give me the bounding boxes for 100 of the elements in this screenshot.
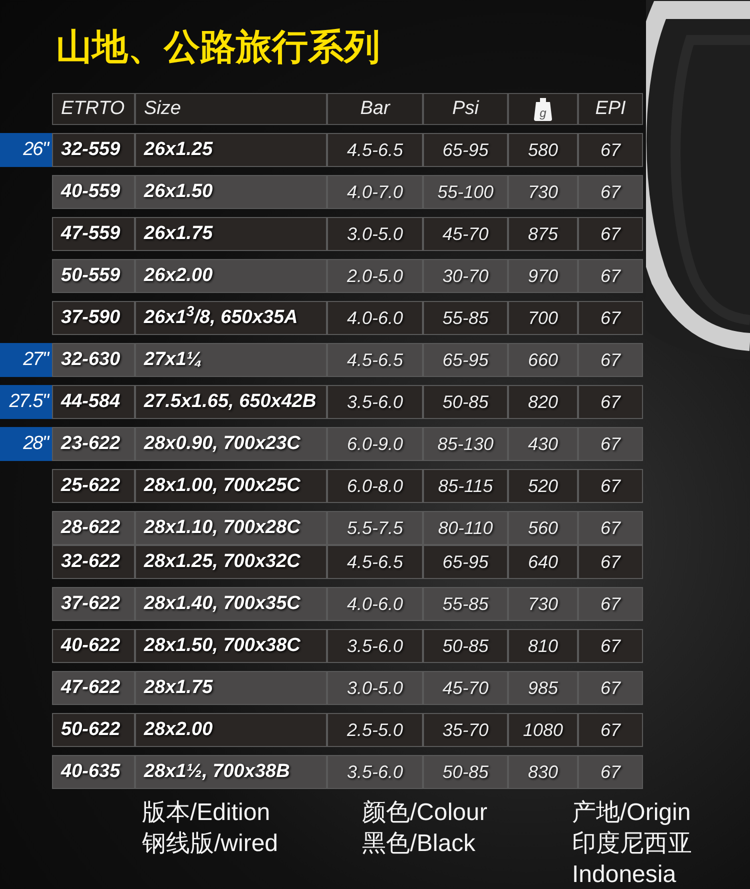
table-cell: 25-622: [52, 469, 135, 503]
table-cell: 3.0-5.0: [327, 217, 423, 251]
table-cell: 810: [508, 629, 578, 663]
table-cell: 32-630: [52, 343, 135, 377]
table-cell: 3.5-6.0: [327, 755, 423, 789]
table-cell: 44-584: [52, 385, 135, 419]
table-cell: 45-70: [423, 217, 508, 251]
table-cell: 700: [508, 301, 578, 335]
size-group-label: 26": [0, 133, 52, 167]
table-cell: 67: [578, 259, 643, 293]
spec-label: 版本/Edition: [142, 798, 272, 828]
table-cell: 65-95: [423, 133, 508, 167]
table-cell: 67: [578, 671, 643, 705]
table-cell: 67: [578, 217, 643, 251]
weight-icon: [533, 97, 553, 121]
table-cell: 32-622: [52, 545, 135, 579]
table-cell: 65-95: [423, 545, 508, 579]
table-cell: 67: [578, 343, 643, 377]
table-cell: 67: [578, 469, 643, 503]
table-cell: 1080: [508, 713, 578, 747]
size-group-label: 27.5": [0, 385, 52, 419]
column-header: Psi: [423, 93, 508, 125]
table-cell: 28-622: [52, 511, 135, 545]
table-cell: 5.5-7.5: [327, 511, 423, 545]
table-cell: 55-85: [423, 587, 508, 621]
table-cell: 4.5-6.5: [327, 133, 423, 167]
table-cell: 3.0-5.0: [327, 671, 423, 705]
table-cell: 520: [508, 469, 578, 503]
table-cell: 67: [578, 133, 643, 167]
table-cell: 26x1.75: [135, 217, 327, 251]
table-cell: 85-115: [423, 469, 508, 503]
table-cell: 55-85: [423, 301, 508, 335]
table-cell: 985: [508, 671, 578, 705]
table-cell: 67: [578, 301, 643, 335]
table-cell: 26x1.25: [135, 133, 327, 167]
table-cell: 40-559: [52, 175, 135, 209]
spec-label: 钢线版/wired: [142, 829, 280, 859]
table-cell: 67: [578, 175, 643, 209]
table-cell: 67: [578, 511, 643, 545]
table-cell: 28x1.25, 700x32C: [135, 545, 327, 579]
table-cell: 50-85: [423, 385, 508, 419]
table-cell: 67: [578, 587, 643, 621]
table-cell: 730: [508, 175, 578, 209]
table-cell: 67: [578, 385, 643, 419]
table-cell: 28x1.40, 700x35C: [135, 587, 327, 621]
table-cell: 28x1.75: [135, 671, 327, 705]
table-cell: 50-559: [52, 259, 135, 293]
table-cell: 27.5x1.65, 650x42B: [135, 385, 327, 419]
table-cell: 30-70: [423, 259, 508, 293]
table-cell: 50-85: [423, 629, 508, 663]
table-cell: 55-100: [423, 175, 508, 209]
table-cell: 730: [508, 587, 578, 621]
page-title: 山地、公路旅行系列: [56, 25, 380, 69]
table-cell: 28x1½, 700x38B: [135, 755, 327, 789]
table-cell: 6.0-9.0: [327, 427, 423, 461]
size-group-label: 28": [0, 427, 52, 461]
table-cell: 28x1.00, 700x25C: [135, 469, 327, 503]
table-cell: 32-559: [52, 133, 135, 167]
spec-label: 颜色/Colour: [362, 798, 488, 828]
table-cell: 26x1$^{3}$/8, 650x35A: [135, 301, 327, 335]
table-cell: 26x2.00: [135, 259, 327, 293]
table-cell: 23-622: [52, 427, 135, 461]
table-cell: 40-622: [52, 629, 135, 663]
table-cell: 45-70: [423, 671, 508, 705]
table-cell: 47-559: [52, 217, 135, 251]
table-cell: 820: [508, 385, 578, 419]
table-cell: 28x1.10, 700x28C: [135, 511, 327, 545]
table-cell: 67: [578, 755, 643, 789]
table-cell: 35-70: [423, 713, 508, 747]
table-cell: 3.5-6.0: [327, 385, 423, 419]
table-cell: 67: [578, 545, 643, 579]
table-cell: 28x0.90, 700x23C: [135, 427, 327, 461]
table-cell: 2.0-5.0: [327, 259, 423, 293]
table-cell: 2.5-5.0: [327, 713, 423, 747]
table-cell: 27x1¼: [135, 343, 327, 377]
weight-unit: g: [540, 105, 546, 122]
table-cell: 640: [508, 545, 578, 579]
table-cell: 4.0-6.0: [327, 301, 423, 335]
table-cell: 50-622: [52, 713, 135, 747]
table-cell: 580: [508, 133, 578, 167]
table-cell: 40-635: [52, 755, 135, 789]
table-cell: 28x2.00: [135, 713, 327, 747]
table-cell: 26x1.50: [135, 175, 327, 209]
table-cell: 875: [508, 217, 578, 251]
table-cell: 37-622: [52, 587, 135, 621]
table-cell: 3.5-6.0: [327, 629, 423, 663]
table-cell: 80-110: [423, 511, 508, 545]
table-cell: 67: [578, 629, 643, 663]
table-cell: 430: [508, 427, 578, 461]
table-cell: 65-95: [423, 343, 508, 377]
spec-label: 黑色/Black: [362, 829, 476, 859]
table-cell: 4.5-6.5: [327, 545, 423, 579]
table-cell: 28x1.50, 700x38C: [135, 629, 327, 663]
table-cell: 47-622: [52, 671, 135, 705]
table-cell: 6.0-8.0: [327, 469, 423, 503]
table-cell: 4.0-7.0: [327, 175, 423, 209]
table-cell: 37-590: [52, 301, 135, 335]
table-cell: 4.0-6.0: [327, 587, 423, 621]
table-cell: 970: [508, 259, 578, 293]
size-group-label: 27": [0, 343, 52, 377]
